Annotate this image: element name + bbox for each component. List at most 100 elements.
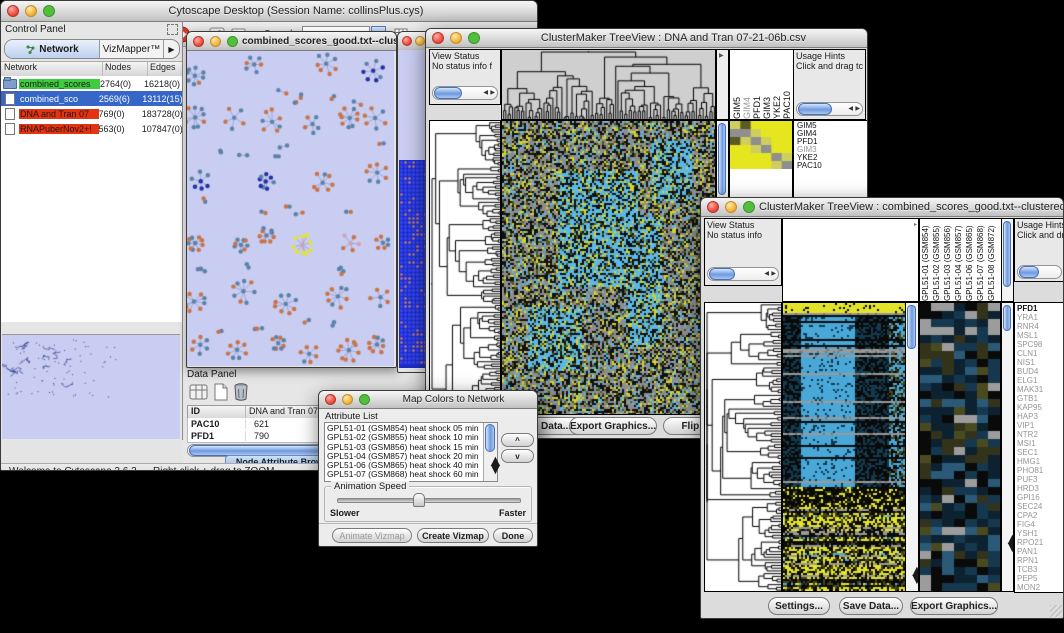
gene-label[interactable]: NTR2 [1017,430,1064,439]
treeview2-zoom-heatmap[interactable] [919,302,1001,592]
column-label[interactable]: GIM3 [762,50,772,119]
minimize-button[interactable] [342,394,353,405]
gene-label[interactable]: GTB1 [1017,394,1064,403]
gene-label[interactable]: RNR4 [1017,322,1064,331]
network-overview-panel[interactable] [2,334,180,439]
tabs-overflow-button[interactable]: ▶ [164,40,179,58]
zoom-window-button[interactable] [43,5,55,17]
close-button[interactable] [402,36,412,46]
new-attribute-icon[interactable] [213,383,229,401]
attribute-list-scrollbar[interactable]: ▲ ▼ [483,423,497,481]
tab-vizmapper[interactable]: VizMapper™ [100,40,164,58]
gene-label[interactable]: SPC98 [1017,340,1064,349]
column-label[interactable]: YKE2 [772,50,782,119]
treeview2-top-vscrollbar[interactable] [1001,218,1014,302]
export-graphics-button[interactable]: Export Graphics... [569,417,657,435]
minimize-button[interactable] [725,201,737,213]
usage-hints-scrollbar[interactable] [1017,265,1062,279]
gene-label[interactable]: PFD1 [797,138,868,146]
gene-label[interactable]: RPN1 [1017,556,1064,565]
animate-vizmap-button[interactable]: Animate Vizmap [332,528,412,543]
gene-label[interactable]: RPO21 [1017,538,1064,547]
delete-attribute-icon[interactable] [233,382,249,401]
network-list-row[interactable]: combined_scores2764(0)16218(0) [1,76,182,91]
column-label[interactable]: GPL51-07 (GSM868) [976,219,987,301]
network-list-row[interactable]: combined_sco2569(6)13112(15) [1,91,182,106]
gene-label[interactable]: PEP5 [1017,574,1064,583]
gene-label[interactable]: VIP1 [1017,421,1064,430]
animation-speed-slider-thumb[interactable] [413,493,425,507]
column-label[interactable]: GIM5 [732,50,742,119]
network-canvas[interactable] [187,51,394,366]
column-label[interactable]: PAC10 [782,50,792,119]
network-name[interactable]: RNAPuberNov2+! [19,124,99,134]
close-button[interactable] [7,5,19,17]
gene-label[interactable]: GPI16 [1017,493,1064,502]
col-network[interactable]: Network [1,62,103,76]
column-label[interactable]: PFD1 [752,50,762,119]
done-button[interactable]: Done [493,528,533,543]
treeview1-row-dendrogram[interactable] [429,120,501,415]
zoom-window-button[interactable] [227,36,238,47]
minimize-button[interactable] [450,32,462,44]
settings-button[interactable]: Settings... [768,597,830,615]
treeview2-row-labels[interactable]: PFD1YRA1RNR4MSL1SPC98CLN1NIS1BUD4ELG1MAK… [1014,302,1064,593]
treeview2-column-labels[interactable]: GPL51-01 (GSM854)GPL51-02 (GSM855)GPL51-… [919,218,1002,302]
gene-label[interactable]: MSI1 [1017,439,1064,448]
network-view-title-bar[interactable]: combined_scores_good.txt--cluste... [187,32,396,51]
network-view-window[interactable]: combined_scores_good.txt--cluste... [186,31,397,368]
tab-network[interactable]: Network [5,40,100,58]
gene-label[interactable]: BUD4 [1017,367,1064,376]
treeview1-top-splitter[interactable]: ▶ [716,49,729,120]
zoom-window-button[interactable] [359,394,370,405]
gene-label[interactable]: YKE2 [797,154,868,162]
treeview2-row-dendrogram[interactable] [704,302,782,592]
treeview1-global-heatmap[interactable] [501,120,716,415]
gene-label[interactable]: HRD3 [1017,484,1064,493]
gene-label[interactable]: SEC1 [1017,448,1064,457]
main-title-bar[interactable]: Cytoscape Desktop (Session Name: collins… [1,1,537,22]
minimize-button[interactable] [25,5,37,17]
resize-grip[interactable] [1050,605,1062,617]
close-button[interactable] [193,36,204,47]
treeview2-labels-vscrollbar[interactable]: ▲ ▼ [1001,302,1014,592]
gene-label[interactable]: GIM3 [797,146,868,154]
network-name[interactable]: combined_scores [19,79,100,89]
dialog-title-bar[interactable]: Map Colors to Network [319,391,537,409]
move-down-button[interactable]: v [501,449,534,463]
gene-label[interactable]: MSL1 [1017,331,1064,340]
export-graphics-button[interactable]: Export Graphics... [910,597,998,615]
gene-label[interactable]: HAP3 [1017,412,1064,421]
minimize-button[interactable] [415,36,425,46]
minimize-button[interactable] [210,36,221,47]
float-panel-icon[interactable] [167,24,178,35]
gene-label[interactable]: KAP95 [1017,403,1064,412]
col-nodes[interactable]: Nodes [103,62,148,76]
treeview2-title-bar[interactable]: ClusterMaker TreeView : combined_scores_… [701,198,1063,217]
gene-label[interactable]: MON2 [1017,583,1064,592]
attribute-list-item[interactable]: GPL51-02 (GSM855) heat shock 10 min [327,433,495,442]
attribute-list-item[interactable]: GPL51-07 (GSM868) heat shock 60 min [327,470,495,479]
treeview1-title-bar[interactable]: ClusterMaker TreeView : DNA and Tran 07-… [426,29,867,48]
attribute-list-item[interactable]: GPL51-04 (GSM857) heat shock 20 min [327,452,495,461]
gene-label[interactable]: YSH1 [1017,529,1064,538]
gene-label[interactable]: PHO81 [1017,466,1064,475]
gene-label[interactable]: NIS1 [1017,358,1064,367]
gene-label[interactable]: SEC24 [1017,502,1064,511]
gene-label[interactable]: TCB3 [1017,565,1064,574]
treeview2-global-heatmap[interactable] [782,302,907,592]
gene-label[interactable]: GIM4 [797,130,868,138]
network-overview-canvas[interactable] [2,335,180,439]
view-status-scrollbar[interactable]: ◀▶ [432,86,498,100]
zoom-window-button[interactable] [743,201,755,213]
save-data-button[interactable]: Save Data... [839,597,903,615]
network-name[interactable]: combined_sco [19,94,99,104]
attribute-select-icon[interactable] [189,383,209,401]
treeview1-column-labels[interactable]: GIM5GIM4PFD1GIM3YKE2PAC10 [729,49,795,120]
column-label[interactable]: GPL51-02 (GSM855) [932,219,943,301]
attribute-listbox[interactable]: GPL51-01 (GSM854) heat shock 05 minGPL51… [324,422,498,482]
gene-label[interactable]: ELG1 [1017,376,1064,385]
treeview1-column-dendrogram[interactable] [501,49,716,120]
treeview2-column-dendrogram[interactable]: ▸ [782,218,919,302]
column-label[interactable]: GIM4 [742,50,752,119]
